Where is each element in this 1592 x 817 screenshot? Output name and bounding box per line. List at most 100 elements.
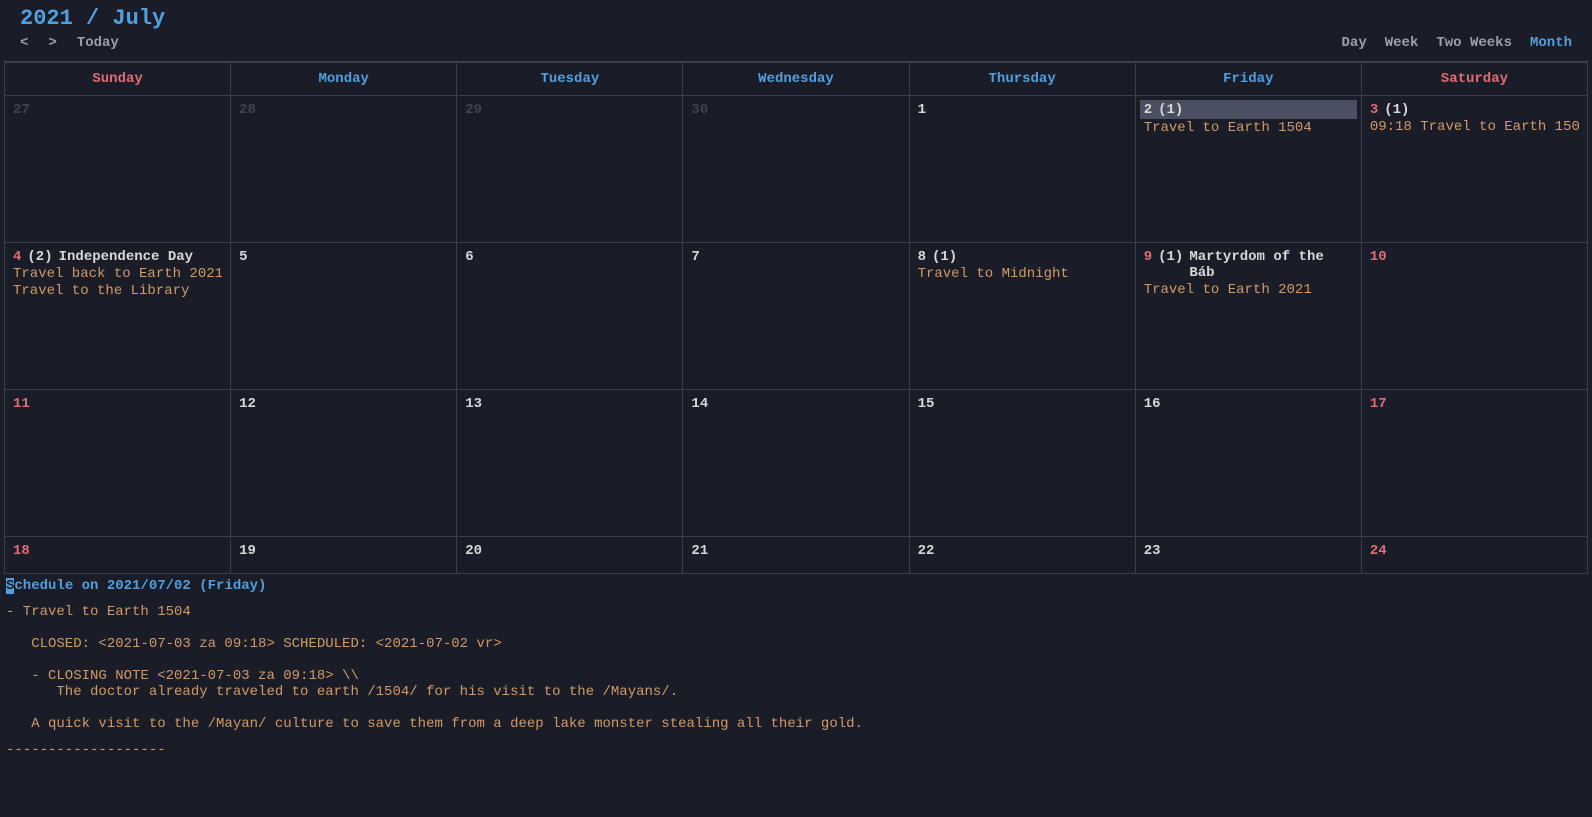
weekday-monday: Monday — [231, 63, 457, 95]
cell-header: 11 — [13, 396, 222, 412]
day-number: 8 — [918, 249, 926, 265]
cell-header: 20 — [465, 543, 674, 559]
calendar-cell[interactable]: 23 — [1136, 537, 1362, 573]
calendar-cell[interactable]: 10 — [1362, 243, 1587, 389]
calendar-cell[interactable]: 28 — [231, 96, 457, 242]
cell-header: 27 — [13, 102, 222, 118]
day-number: 3 — [1370, 102, 1378, 118]
cell-header: 12 — [239, 396, 448, 412]
cell-header: 29 — [465, 102, 674, 118]
view-two-weeks[interactable]: Two Weeks — [1436, 35, 1512, 51]
calendar-cell[interactable]: 12 — [231, 390, 457, 536]
calendar-event[interactable]: Travel to Earth 2021 — [1144, 282, 1353, 298]
cell-header: 21 — [691, 543, 900, 559]
cell-header: 22 — [918, 543, 1127, 559]
calendar-cell[interactable]: 14 — [683, 390, 909, 536]
day-number: 30 — [691, 102, 708, 118]
weekday-tuesday: Tuesday — [457, 63, 683, 95]
cell-header: 7 — [691, 249, 900, 265]
cell-header: 23 — [1144, 543, 1353, 559]
day-number: 7 — [691, 249, 699, 265]
calendar-cell[interactable]: 19 — [231, 537, 457, 573]
calendar-cell[interactable]: 4(2)Independence DayTravel back to Earth… — [5, 243, 231, 389]
calendar-cell[interactable]: 16 — [1136, 390, 1362, 536]
next-button[interactable]: > — [48, 35, 56, 51]
calendar-cell[interactable]: 20 — [457, 537, 683, 573]
calendar-cell[interactable]: 1 — [910, 96, 1136, 242]
cell-header: 14 — [691, 396, 900, 412]
weekday-wednesday: Wednesday — [683, 63, 909, 95]
calendar-event[interactable]: 09:18 Travel to Earth 1504 — [1370, 119, 1579, 135]
cell-header: 1 — [918, 102, 1127, 118]
holiday-label: Independence Day — [59, 249, 193, 265]
cell-header: 5 — [239, 249, 448, 265]
weekday-sunday: Sunday — [5, 63, 231, 95]
day-number: 16 — [1144, 396, 1161, 412]
calendar-cell[interactable]: 29 — [457, 96, 683, 242]
event-count: (1) — [1384, 102, 1409, 118]
calendar-cell[interactable]: 9(1)Martyrdom of the BábTravel to Earth … — [1136, 243, 1362, 389]
day-number: 23 — [1144, 543, 1161, 559]
calendar-header: Sunday Monday Tuesday Wednesday Thursday… — [5, 63, 1587, 96]
view-month[interactable]: Month — [1530, 35, 1572, 51]
calendar-cell[interactable]: 6 — [457, 243, 683, 389]
cell-header: 13 — [465, 396, 674, 412]
calendar-cell[interactable]: 3 (1)09:18 Travel to Earth 1504 — [1362, 96, 1587, 242]
calendar-cell[interactable]: 5 — [231, 243, 457, 389]
calendar-cell[interactable]: 22 — [910, 537, 1136, 573]
day-number: 20 — [465, 543, 482, 559]
day-number: 21 — [691, 543, 708, 559]
schedule-panel: Schedule on 2021/07/02 (Friday) - Travel… — [0, 574, 1592, 762]
calendar-cell[interactable]: 15 — [910, 390, 1136, 536]
calendar-event[interactable]: Travel to the Library — [13, 283, 222, 299]
calendar-event[interactable]: Travel back to Earth 2021 — [13, 266, 222, 282]
calendar-row: 2728293012(1)Travel to Earth 15043(1)09:… — [5, 96, 1587, 243]
day-number: 1 — [918, 102, 926, 118]
calendar-cell[interactable]: 24 — [1362, 537, 1587, 573]
calendar-cell[interactable]: 11 — [5, 390, 231, 536]
calendar-cell[interactable]: 13 — [457, 390, 683, 536]
view-week[interactable]: Week — [1385, 35, 1419, 51]
today-button[interactable]: Today — [77, 35, 119, 51]
calendar-event[interactable]: Travel to Midnight — [918, 266, 1127, 282]
cell-header: 19 — [239, 543, 448, 559]
calendar-cell[interactable]: 17 — [1362, 390, 1587, 536]
cell-header: 8(1) — [918, 249, 1127, 265]
calendar-row: 18 19 20 21 22 23 24 — [5, 537, 1587, 573]
calendar-row: 11 12 13 14 15 16 17 — [5, 390, 1587, 537]
view-day[interactable]: Day — [1342, 35, 1367, 51]
day-number: 14 — [691, 396, 708, 412]
calendar-cell[interactable]: 18 — [5, 537, 231, 573]
calendar-cell[interactable]: 30 — [683, 96, 909, 242]
cell-header: 24 — [1370, 543, 1579, 559]
day-number: 13 — [465, 396, 482, 412]
weekday-friday: Friday — [1136, 63, 1362, 95]
day-number: 19 — [239, 543, 256, 559]
day-number: 10 — [1370, 249, 1387, 265]
cell-header: 3 (1) — [1370, 102, 1579, 118]
day-number: 4 — [13, 249, 21, 265]
schedule-divider: ------------------- — [6, 742, 1586, 758]
calendar-cell[interactable]: 7 — [683, 243, 909, 389]
cell-header: 16 — [1144, 396, 1353, 412]
day-number: 15 — [918, 396, 935, 412]
nav-row: < > Today Day Week Two Weeks Month — [0, 35, 1592, 57]
weekday-thursday: Thursday — [910, 63, 1136, 95]
cell-header: 30 — [691, 102, 900, 118]
day-number: 28 — [239, 102, 256, 118]
day-number: 11 — [13, 396, 30, 412]
event-count: (1) — [1158, 249, 1183, 265]
prev-button[interactable]: < — [20, 35, 28, 51]
calendar-body: 2728293012(1)Travel to Earth 15043(1)09:… — [5, 96, 1587, 573]
schedule-title: Schedule on 2021/07/02 (Friday) — [6, 578, 1586, 594]
cell-header: 15 — [918, 396, 1127, 412]
calendar: Sunday Monday Tuesday Wednesday Thursday… — [4, 61, 1588, 574]
calendar-cell[interactable]: 21 — [683, 537, 909, 573]
day-number: 6 — [465, 249, 473, 265]
calendar-cell[interactable]: 27 — [5, 96, 231, 242]
calendar-cell[interactable]: 2(1)Travel to Earth 1504 — [1136, 96, 1362, 242]
calendar-event[interactable]: Travel to Earth 1504 — [1144, 120, 1353, 136]
cell-header: 4(2)Independence Day — [13, 249, 222, 265]
event-count: (1) — [1158, 102, 1183, 118]
calendar-cell[interactable]: 8(1)Travel to Midnight — [910, 243, 1136, 389]
